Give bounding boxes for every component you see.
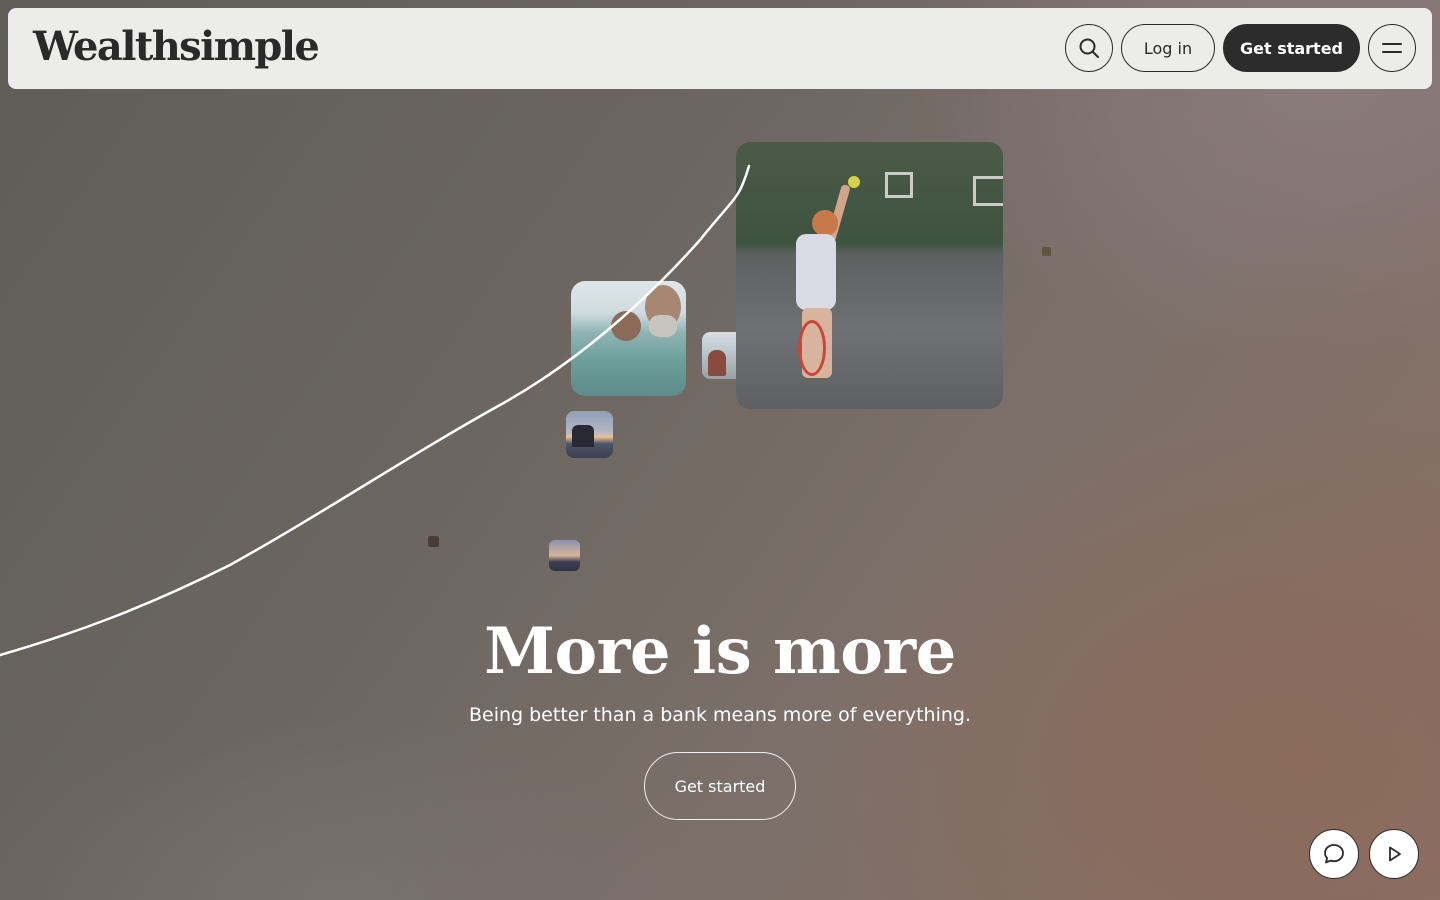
sunset-horse-photo [566,411,613,458]
get-started-button[interactable]: Get started [1223,24,1360,72]
hero-subtitle: Being better than a bank means more of e… [468,704,972,726]
play-button[interactable] [1369,829,1419,879]
hero-get-started-button[interactable]: Get started [644,752,796,820]
hero-title: More is more [484,614,956,689]
wealthsimple-logo[interactable]: Wealthsimple [33,22,320,72]
dusk-couple-photo [549,540,580,571]
hamburger-menu-icon [1382,43,1402,53]
tennis-kid-photo [736,142,1003,409]
site-header: Wealthsimple Log in Get started [8,8,1432,89]
search-icon [1079,38,1099,58]
small-photo-thumbnail [1042,247,1051,256]
chat-bubble-icon [1324,844,1344,864]
menu-button[interactable] [1368,24,1416,72]
search-button[interactable] [1065,24,1113,72]
chat-button[interactable] [1309,829,1359,879]
sitting-person-photo [702,332,736,379]
play-icon [1389,846,1401,862]
swimming-family-photo [571,281,686,396]
small-photo-thumbnail [428,536,439,547]
login-button[interactable]: Log in [1121,24,1215,72]
